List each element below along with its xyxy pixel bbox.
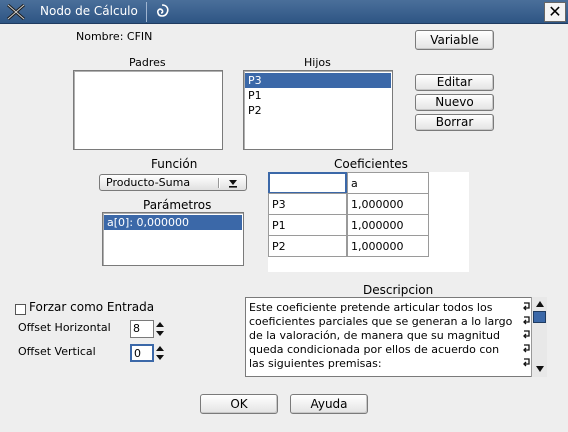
- parametros-heading: Parámetros: [143, 198, 212, 212]
- hijos-item-p3[interactable]: P3: [245, 73, 391, 88]
- hijos-heading: Hijos: [304, 56, 331, 69]
- parametros-list[interactable]: a[0]: 0,000000: [102, 212, 244, 266]
- coef-row-label[interactable]: P3: [268, 193, 347, 215]
- descripcion-line: Este coeficiente pretende articular todo…: [249, 301, 493, 314]
- coeficientes-heading: Coeficientes: [334, 157, 408, 171]
- spin-up-icon: [156, 346, 164, 351]
- descripcion-line: las siguientes premisas:: [249, 357, 382, 370]
- swirl-icon[interactable]: [152, 2, 172, 22]
- hijos-item-p1[interactable]: P1: [245, 88, 391, 103]
- coef-row-label[interactable]: P1: [268, 214, 347, 236]
- coef-row-value[interactable]: 1,000000: [347, 214, 429, 236]
- nuevo-button[interactable]: Nuevo: [415, 94, 494, 111]
- spin-up-icon: [156, 322, 164, 327]
- coeficientes-table: a P3 1,000000 P1 1,000000 P2 1,000000: [268, 172, 469, 272]
- coef-header-cell-0[interactable]: [268, 172, 347, 194]
- padres-heading: Padres: [129, 56, 166, 69]
- descripcion-textarea[interactable]: Este coeficiente pretende articular todo…: [245, 297, 547, 377]
- coef-row-value[interactable]: 1,000000: [347, 235, 429, 257]
- ok-button[interactable]: OK: [200, 394, 278, 414]
- spin-down-icon: [156, 331, 164, 336]
- parametros-item[interactable]: a[0]: 0,000000: [104, 215, 242, 230]
- offset-horizontal-spinner[interactable]: [155, 320, 165, 338]
- node-name-label: Nombre: CFIN: [76, 30, 153, 43]
- borrar-button[interactable]: Borrar: [415, 114, 494, 131]
- forzar-entrada-checkbox[interactable]: [15, 304, 26, 315]
- offset-vertical-field[interactable]: 0: [130, 344, 154, 362]
- x-app-icon: [7, 3, 25, 21]
- scroll-down-icon[interactable]: [534, 364, 546, 374]
- offset-vertical-label: Offset Vertical: [18, 345, 96, 358]
- chevron-down-icon: [229, 180, 237, 188]
- line-wrap-icon: [523, 358, 530, 367]
- close-icon: ✕: [548, 2, 562, 21]
- window-titlebar: Nodo de Cálculo ✕: [0, 0, 568, 24]
- line-wrap-icon: [523, 302, 530, 311]
- forzar-entrada-label: Forzar como Entrada: [29, 300, 155, 314]
- padres-list[interactable]: [73, 70, 223, 150]
- combo-grip: [218, 178, 220, 188]
- descripcion-heading: Descripcion: [363, 283, 434, 297]
- line-wrap-icon: [523, 316, 530, 325]
- funcion-select-value: Producto-Suma: [106, 176, 191, 189]
- offset-horizontal-label: Offset Horizontal: [18, 321, 111, 334]
- scroll-thumb[interactable]: [533, 311, 546, 323]
- line-wrap-icon: [523, 344, 530, 353]
- ayuda-button[interactable]: Ayuda: [290, 394, 368, 414]
- descripcion-line: queda condicionada por ellos de acuerdo …: [249, 343, 500, 356]
- descripcion-scrollbar[interactable]: [531, 297, 547, 377]
- descripcion-line: de la valoración, de manera que su magni…: [249, 329, 500, 342]
- scroll-up-icon[interactable]: [534, 299, 546, 309]
- coef-header-cell-1[interactable]: a: [347, 172, 429, 194]
- editar-button[interactable]: Editar: [415, 74, 494, 91]
- line-wrap-icon: [523, 330, 530, 339]
- window-title: Nodo de Cálculo: [40, 4, 138, 18]
- spin-down-icon: [156, 355, 164, 360]
- variable-button[interactable]: Variable: [415, 30, 494, 50]
- titlebar-separator: [146, 2, 147, 22]
- descripcion-line: coeficientes parciales que se generan a …: [249, 315, 513, 328]
- hijos-list[interactable]: P3 P1 P2: [243, 70, 393, 150]
- hijos-item-p2[interactable]: P2: [245, 103, 391, 118]
- offset-horizontal-field[interactable]: 8: [130, 320, 154, 338]
- funcion-select[interactable]: Producto-Suma: [99, 174, 247, 191]
- offset-vertical-spinner[interactable]: [155, 344, 165, 362]
- funcion-heading: Función: [151, 157, 198, 171]
- coef-row-label[interactable]: P2: [268, 235, 347, 257]
- close-button[interactable]: ✕: [544, 2, 566, 22]
- coef-row-value[interactable]: 1,000000: [347, 193, 429, 215]
